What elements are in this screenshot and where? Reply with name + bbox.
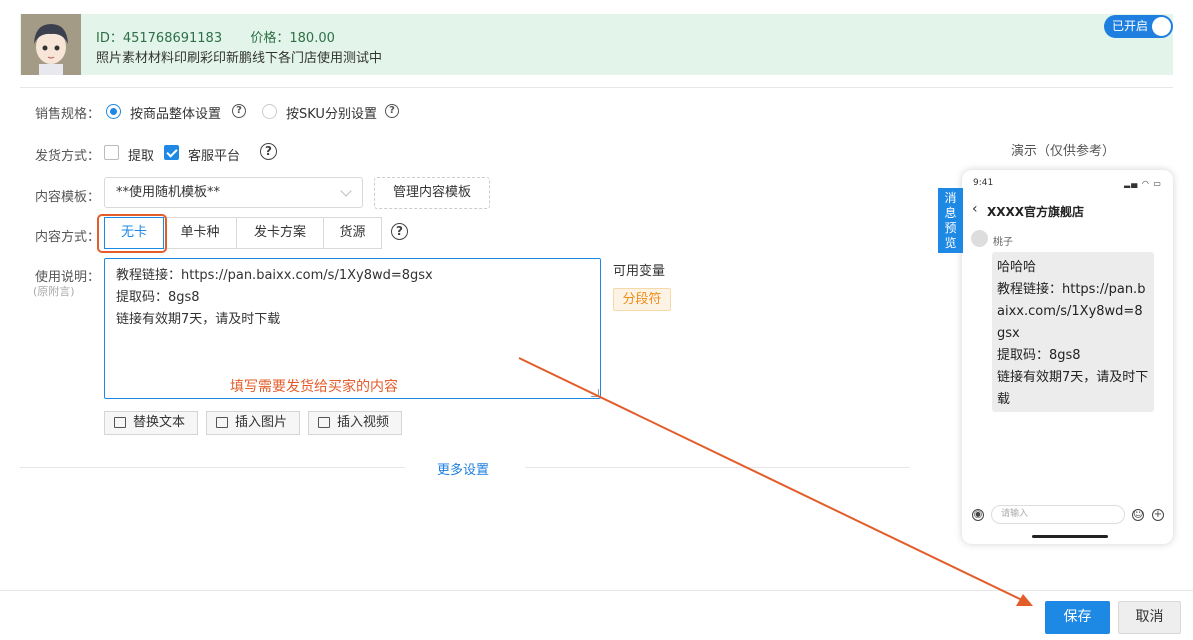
sale-spec-radio-whole[interactable]: [106, 104, 121, 119]
message-bubble: 哈哈哈 教程链接：https://pan.baixx.com/s/1Xy8wd=…: [992, 252, 1154, 412]
product-id: ID：451768691183: [96, 31, 223, 46]
replace-text-button[interactable]: 替换文本: [104, 411, 198, 435]
divider-footer: [0, 590, 1193, 591]
back-icon[interactable]: ‹: [972, 201, 978, 217]
store-name: XXXX官方旗舰店: [987, 205, 1085, 219]
plus-icon[interactable]: +: [1152, 509, 1164, 521]
insert-video-label: 插入视频: [337, 415, 390, 430]
help-icon[interactable]: ?: [260, 143, 277, 160]
sale-spec-radio-sku[interactable]: [262, 104, 277, 119]
sale-spec-opt-sku[interactable]: 按SKU分别设置: [286, 103, 377, 122]
content-mode-tab-source[interactable]: 货源: [323, 217, 382, 249]
signal-battery-icon: ▂▄ ◠ ▭: [1124, 179, 1162, 188]
image-icon: [216, 417, 228, 428]
voice-icon[interactable]: ◉: [972, 509, 984, 521]
bubble-line: 提取码：8gs8: [997, 348, 1081, 363]
usage-line: 教程链接：https://pan.baixx.com/s/1Xy8wd=8gsx: [116, 268, 433, 283]
template-label: 内容模板：: [35, 190, 101, 205]
sender-name: 桃子: [993, 237, 1013, 248]
vars-label: 可用变量: [613, 264, 666, 279]
toggle-label: 已开启: [1112, 19, 1149, 33]
product-avatar: [21, 14, 81, 75]
usage-sublabel: (原附言): [33, 285, 75, 298]
product-id-price: ID：451768691183 价格：180.00: [96, 27, 335, 46]
template-value: **使用随机模板**: [116, 185, 221, 200]
usage-line: 提取码：8gs8: [116, 290, 200, 305]
chevron-down-icon: [340, 185, 352, 197]
save-button[interactable]: 保存: [1045, 601, 1110, 634]
product-price: 价格：180.00: [250, 31, 335, 46]
resize-handle[interactable]: [591, 389, 599, 397]
sale-spec-label: 销售规格：: [35, 107, 101, 122]
help-icon[interactable]: ?: [391, 223, 408, 240]
sender-avatar: [971, 230, 988, 247]
side-tab-char: 消: [944, 191, 957, 205]
template-select[interactable]: **使用随机模板**: [104, 177, 363, 208]
insert-video-button[interactable]: 插入视频: [308, 411, 402, 435]
ship-opt-pickup[interactable]: 提取: [128, 145, 154, 164]
video-icon: [318, 417, 330, 428]
ship-checkbox-pickup[interactable]: [104, 145, 119, 160]
phone-input[interactable]: 请输入: [991, 505, 1125, 524]
enable-toggle[interactable]: 已开启: [1104, 15, 1173, 38]
phone-time: 9:41: [973, 178, 994, 188]
manage-template-button[interactable]: 管理内容模板: [374, 177, 490, 209]
emoji-icon[interactable]: ☺: [1132, 509, 1144, 521]
annotation-hint: 填写需要发货给买家的内容: [230, 379, 398, 395]
usage-line: 链接有效期7天，请及时下载: [116, 312, 281, 327]
divider-more-left: [20, 467, 405, 468]
more-settings-link[interactable]: 更多设置: [437, 459, 489, 478]
message-preview-tab[interactable]: 消 息 预 览: [938, 188, 963, 253]
ship-opt-cs[interactable]: 客服平台: [188, 145, 240, 164]
side-tab-char: 览: [944, 236, 957, 250]
sale-spec-opt-whole[interactable]: 按商品整体设置: [130, 103, 221, 122]
var-tag-separator[interactable]: 分段符: [613, 288, 671, 311]
side-tab-char: 预: [944, 221, 957, 235]
demo-label: 演示（仅供参考）: [1011, 144, 1116, 159]
home-indicator: [1032, 535, 1108, 538]
bubble-line: 链接有效期7天，请及时下载: [997, 370, 1149, 407]
replace-icon: [114, 417, 126, 428]
ship-checkbox-cs[interactable]: [164, 145, 179, 160]
content-mode-tab-plan[interactable]: 发卡方案: [236, 217, 324, 249]
divider-more-right: [525, 467, 910, 468]
divider-top: [20, 87, 1173, 88]
insert-image-button[interactable]: 插入图片: [206, 411, 300, 435]
bubble-line: 教程链接：https://pan.baixx.com/s/1Xy8wd=8gsx: [997, 282, 1146, 341]
toggle-knob: [1152, 17, 1171, 36]
help-icon[interactable]: ?: [232, 104, 246, 118]
cancel-button[interactable]: 取消: [1118, 601, 1181, 634]
content-mode-label: 内容方式：: [35, 230, 101, 245]
side-tab-char: 息: [944, 206, 957, 220]
annotation-highlight-box: [97, 214, 167, 253]
replace-text-label: 替换文本: [133, 415, 186, 430]
insert-image-label: 插入图片: [235, 415, 288, 430]
product-title: 照片素材材料印刷彩印新鹏线下各门店使用测试中: [96, 51, 383, 66]
ship-label: 发货方式：: [35, 149, 101, 164]
help-icon[interactable]: ?: [385, 104, 399, 118]
content-mode-tab-single[interactable]: 单卡种: [163, 217, 237, 249]
bubble-line: 哈哈哈: [997, 260, 1037, 275]
